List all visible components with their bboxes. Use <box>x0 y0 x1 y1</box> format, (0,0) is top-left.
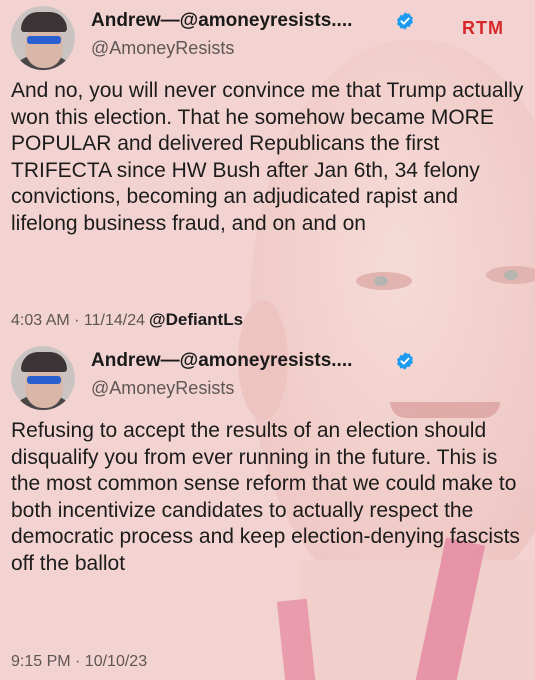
avatar[interactable] <box>11 6 75 70</box>
source-credit: @DefiantLs <box>149 310 244 329</box>
verified-badge-icon <box>397 352 413 370</box>
avatar[interactable] <box>11 346 75 410</box>
user-handle[interactable]: @AmoneyResists <box>91 38 234 59</box>
display-name[interactable]: Andrew—@amoneyresists.... <box>91 10 352 32</box>
background-right-eye <box>486 266 535 284</box>
background-left-eye <box>356 272 412 290</box>
background-neck <box>300 560 535 680</box>
display-name[interactable]: Andrew—@amoneyresists.... <box>91 350 352 372</box>
verified-badge-icon <box>397 12 413 30</box>
tweet-timestamp[interactable]: 9:15 PM · 10/10/23 <box>11 653 147 670</box>
tweet-text: And no, you will never convince me that … <box>11 79 524 235</box>
tweet-meta: 4:03 AM · 11/14/24 @DefiantLs <box>11 310 243 330</box>
user-handle[interactable]: @AmoneyResists <box>91 378 234 399</box>
background-mouth <box>390 402 500 418</box>
tweet-timestamp[interactable]: 4:03 AM · 11/14/24 <box>11 312 145 329</box>
rtm-logo: RTM <box>462 18 504 38</box>
tweet-meta: 9:15 PM · 10/10/23 <box>11 653 147 671</box>
tweet-text: Refusing to accept the results of an ele… <box>11 419 520 575</box>
